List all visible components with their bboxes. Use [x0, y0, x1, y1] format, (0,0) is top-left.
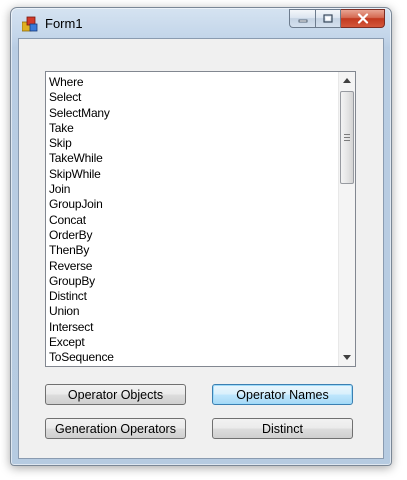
minimize-button[interactable] — [289, 9, 315, 28]
list-item[interactable]: GroupBy — [49, 274, 114, 289]
window-title: Form1 — [45, 16, 83, 31]
client-area: Where Select SelectMany Take Skip TakeWhile Sk… — [18, 38, 384, 459]
generation-operators-button[interactable]: Generation Operators — [45, 418, 186, 439]
list-item[interactable]: Where — [49, 75, 114, 90]
list-item[interactable]: GroupJoin — [49, 197, 114, 212]
grip-icon — [344, 134, 350, 141]
list-item[interactable]: Concat — [49, 213, 114, 228]
arrow-down-icon — [343, 355, 351, 360]
list-item[interactable]: Join — [49, 182, 114, 197]
caption-buttons — [289, 9, 385, 28]
list-item[interactable]: ToSequence — [49, 350, 114, 365]
vertical-scrollbar[interactable] — [338, 72, 355, 366]
list-item[interactable]: Select — [49, 90, 114, 105]
list-item[interactable]: OrderBy — [49, 228, 114, 243]
list-item[interactable]: Union — [49, 304, 114, 319]
scroll-down-button[interactable] — [339, 349, 355, 366]
operator-listbox[interactable]: Where Select SelectMany Take Skip TakeWhile Sk… — [45, 71, 356, 367]
maximize-icon — [323, 14, 333, 23]
scroll-thumb[interactable] — [340, 91, 354, 184]
list-item[interactable]: Take — [49, 121, 114, 136]
close-button[interactable] — [341, 9, 385, 28]
minimize-icon — [298, 19, 307, 22]
winforms-app-icon — [22, 16, 38, 32]
arrow-up-icon — [343, 78, 351, 83]
title-bar[interactable]: Form1 — [11, 8, 391, 38]
list-item[interactable]: TakeWhile — [49, 151, 114, 166]
list-item[interactable]: Skip — [49, 136, 114, 151]
scroll-up-button[interactable] — [339, 72, 355, 89]
list-item[interactable]: SelectMany — [49, 106, 114, 121]
list-item[interactable]: Except — [49, 335, 114, 350]
list-item[interactable]: Intersect — [49, 320, 114, 335]
maximize-button[interactable] — [315, 9, 341, 28]
list-item[interactable]: ThenBy — [49, 243, 114, 258]
list-item[interactable]: Distinct — [49, 289, 114, 304]
close-icon — [357, 13, 368, 24]
list-item[interactable]: Reverse — [49, 259, 114, 274]
operator-objects-button[interactable]: Operator Objects — [45, 384, 186, 405]
distinct-button[interactable]: Distinct — [212, 418, 353, 439]
operator-list: Where Select SelectMany Take Skip TakeWhile Sk… — [49, 75, 114, 366]
form-window: Form1 Where Select SelectMany Take Skip … — [10, 7, 392, 466]
operator-names-button[interactable]: Operator Names — [212, 384, 353, 405]
list-item[interactable]: SkipWhile — [49, 167, 114, 182]
